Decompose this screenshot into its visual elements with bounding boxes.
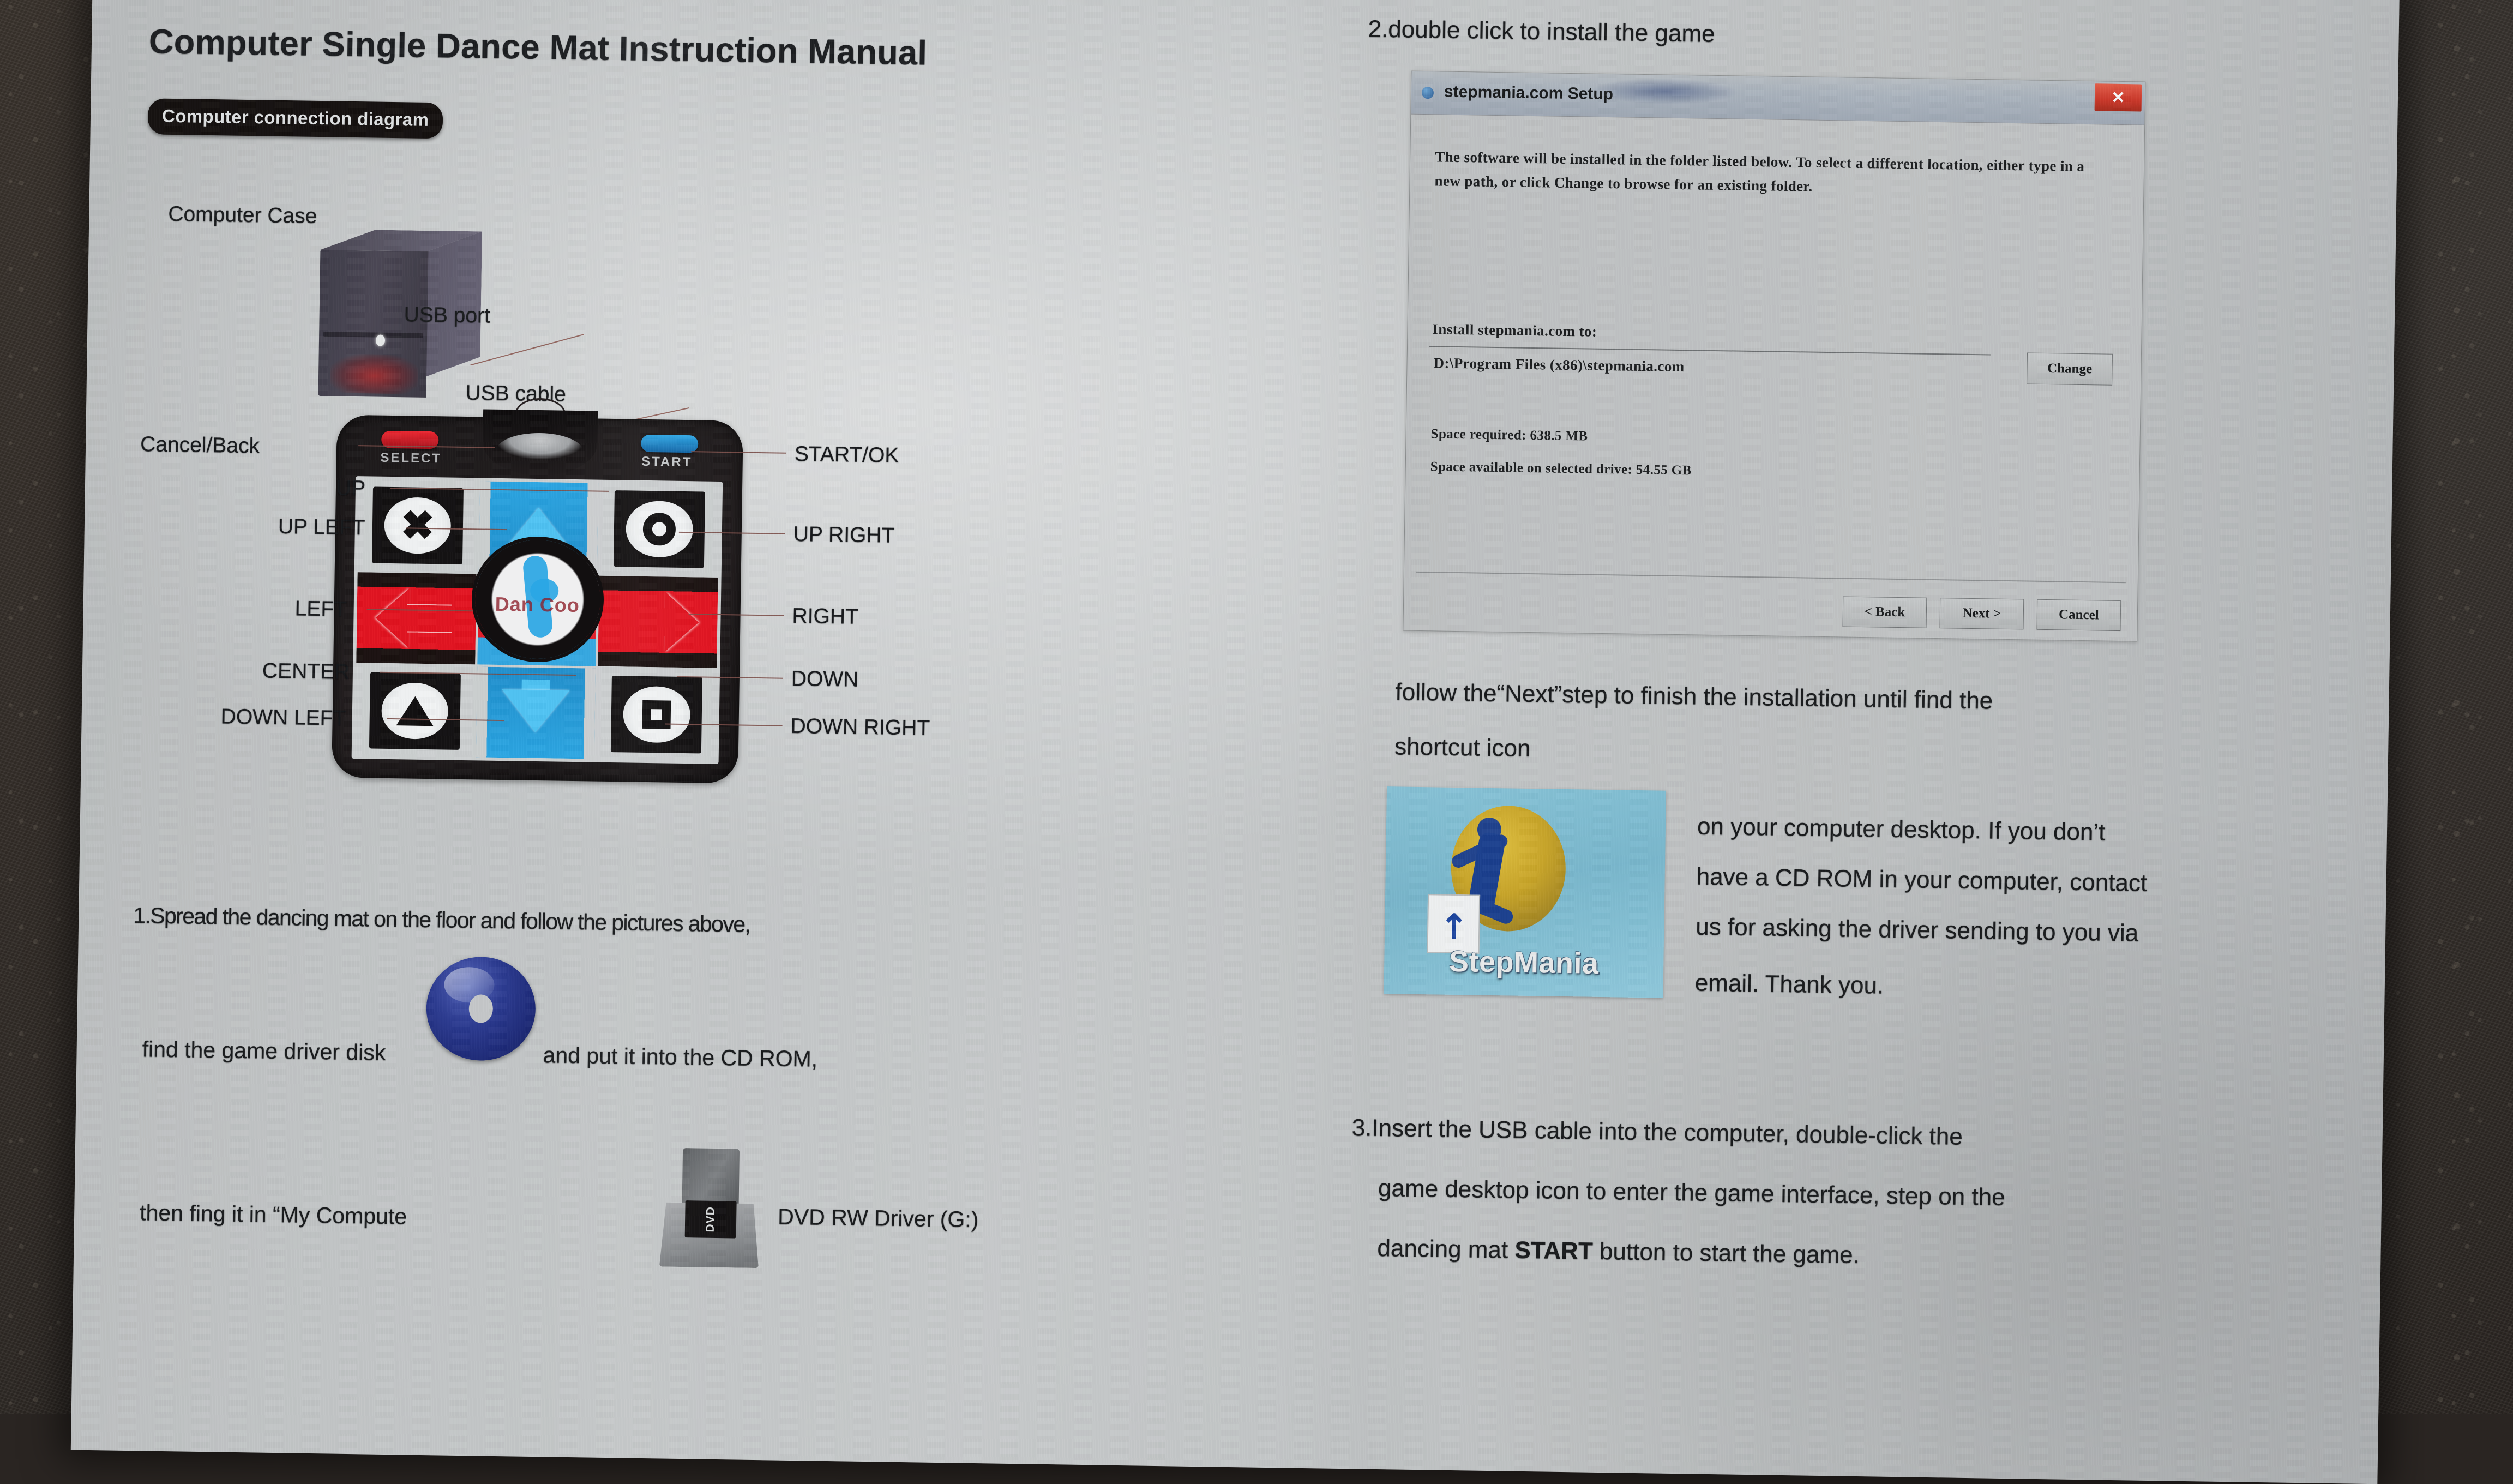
step1-line1: 1.Spread the dancing mat on the floor an… bbox=[133, 903, 750, 937]
dvd-badge-label: DVD bbox=[704, 1206, 717, 1233]
shortcut-arrow-glyph: ↗ bbox=[1430, 902, 1477, 950]
mat-pad-up-left: ✖ bbox=[357, 479, 478, 572]
mat-brand-text: Dan Coo bbox=[495, 592, 580, 616]
step3-start-keyword: START bbox=[1514, 1236, 1594, 1265]
install-path-value: D:\Program Files (x86)\stepmania.com bbox=[1433, 355, 1685, 375]
dialog-title: stepmania.com Setup bbox=[1444, 82, 1614, 104]
dialog-paragraph: The software will be installed in the fo… bbox=[1434, 148, 2085, 195]
computer-case-label: Computer Case bbox=[168, 202, 317, 228]
arrow-down-icon bbox=[501, 689, 570, 733]
dialog-button-row: < Back Next > Cancel bbox=[1842, 596, 2121, 632]
arrow-left-icon bbox=[375, 588, 458, 649]
mat-pad-down bbox=[476, 666, 596, 759]
step3-line3-a: dancing mat bbox=[1377, 1234, 1515, 1264]
space-available-text: Space available on selected drive: 54.55… bbox=[1430, 459, 1692, 478]
cancel-button[interactable]: Cancel bbox=[2036, 599, 2121, 632]
next-button[interactable]: Next > bbox=[1939, 598, 2024, 630]
step1-line3-before: then fing it in “My Compute bbox=[139, 1200, 407, 1229]
step3-line3: dancing mat START button to start the ga… bbox=[1377, 1235, 1860, 1269]
install-path-field[interactable]: D:\Program Files (x86)\stepmania.com bbox=[1429, 346, 1991, 387]
stepmania-desktop-icon[interactable]: ↗ StepMania bbox=[1384, 786, 1667, 998]
change-button[interactable]: Change bbox=[2027, 352, 2113, 386]
space-required-text: Space required: 638.5 MB bbox=[1430, 426, 1588, 444]
mat-pad-left bbox=[356, 572, 477, 665]
follow-next-line2: shortcut icon bbox=[1394, 733, 1531, 762]
step1-line3-after: DVD RW Driver (G:) bbox=[777, 1204, 979, 1233]
dvd-drive-icon: DVD bbox=[652, 1147, 768, 1275]
right-paragraph-line1: on your computer desktop. If you don’t bbox=[1697, 813, 2106, 846]
mat-label-start-ok: START/OK bbox=[794, 442, 899, 467]
mat-label-down-right: DOWN RIGHT bbox=[790, 714, 930, 740]
dialog-body: The software will be installed in the fo… bbox=[1403, 115, 2144, 641]
stepmania-icon-label: StepMania bbox=[1448, 945, 1600, 980]
mat-label-cancel-back: Cancel/Back bbox=[140, 432, 260, 458]
step2-heading: 2.double click to install the game bbox=[1368, 15, 1715, 47]
square-icon bbox=[642, 700, 671, 729]
step3-line2: game desktop icon to enter the game inte… bbox=[1378, 1174, 2005, 1211]
mat-label-center: CENTER bbox=[262, 659, 350, 684]
cd-hole bbox=[468, 994, 494, 1023]
dialog-divider bbox=[1416, 571, 2126, 583]
instruction-manual-page: Computer Single Dance Mat Instruction Ma… bbox=[70, 0, 2400, 1484]
step3-line3-c: button to start the game. bbox=[1592, 1237, 1860, 1269]
mat-pad-right bbox=[598, 575, 718, 668]
pad-block: ✖ bbox=[372, 486, 464, 564]
mat-label-up: UP bbox=[335, 476, 366, 501]
cd-disc-icon bbox=[425, 956, 537, 1062]
mat-label-up-left: UP LEFT bbox=[278, 514, 365, 540]
title-bar-smudge bbox=[1591, 77, 1739, 106]
step3-line1: 3.Insert the USB cable into the computer… bbox=[1351, 1114, 1963, 1150]
app-icon bbox=[1421, 83, 1438, 102]
dvd-badge: DVD bbox=[684, 1200, 737, 1239]
case-red-glow bbox=[330, 353, 418, 394]
stepmania-setup-dialog[interactable]: stepmania.com Setup ✕ The software will … bbox=[1403, 70, 2146, 642]
pad-block bbox=[611, 676, 702, 754]
mat-label-down-left: DOWN LEFT bbox=[220, 705, 346, 730]
section-badge: Computer connection diagram bbox=[147, 98, 443, 139]
step1-line2-before: find the game driver disk bbox=[142, 1036, 386, 1065]
arrow-right-icon bbox=[617, 591, 700, 652]
right-paragraph-line4: email. Thank you. bbox=[1694, 969, 1884, 999]
pad-block bbox=[614, 490, 705, 568]
page-title: Computer Single Dance Mat Instruction Ma… bbox=[148, 22, 928, 73]
mat-label-left: LEFT bbox=[294, 597, 347, 621]
right-paragraph-line2: have a CD ROM in your computer, contact bbox=[1696, 863, 2148, 897]
mat-start-label: START bbox=[641, 454, 693, 470]
mat-pad-down-left bbox=[354, 665, 475, 758]
mat-start-button bbox=[641, 434, 699, 453]
mat-select-label: SELECT bbox=[380, 450, 442, 466]
pad-block bbox=[369, 672, 461, 750]
triangle-icon bbox=[396, 696, 434, 726]
follow-next-line1: follow the“Next”step to finish the insta… bbox=[1395, 678, 1993, 714]
step1-line2-after: and put it into the CD ROM, bbox=[543, 1042, 818, 1072]
back-button[interactable]: < Back bbox=[1842, 596, 1927, 628]
close-icon[interactable]: ✕ bbox=[2094, 83, 2142, 112]
install-location-label: Install stepmania.com to: bbox=[1432, 321, 1597, 340]
mat-pad-up-right bbox=[599, 483, 720, 575]
usb-port-label: USB port bbox=[404, 303, 491, 328]
mat-pad-down-right bbox=[596, 668, 717, 761]
dance-mat-illustration: SELECT START ✖ Dan Coo bbox=[332, 398, 743, 784]
mat-label-up-right: UP RIGHT bbox=[793, 522, 895, 548]
right-paragraph-line3: us for asking the driver sending to you … bbox=[1695, 913, 2139, 947]
case-drive-bay bbox=[323, 332, 423, 338]
mat-label-right: RIGHT bbox=[792, 604, 859, 629]
cross-icon: ✖ bbox=[400, 502, 435, 549]
mat-top-bar: SELECT START bbox=[336, 409, 743, 480]
mat-label-down: DOWN bbox=[791, 666, 859, 692]
